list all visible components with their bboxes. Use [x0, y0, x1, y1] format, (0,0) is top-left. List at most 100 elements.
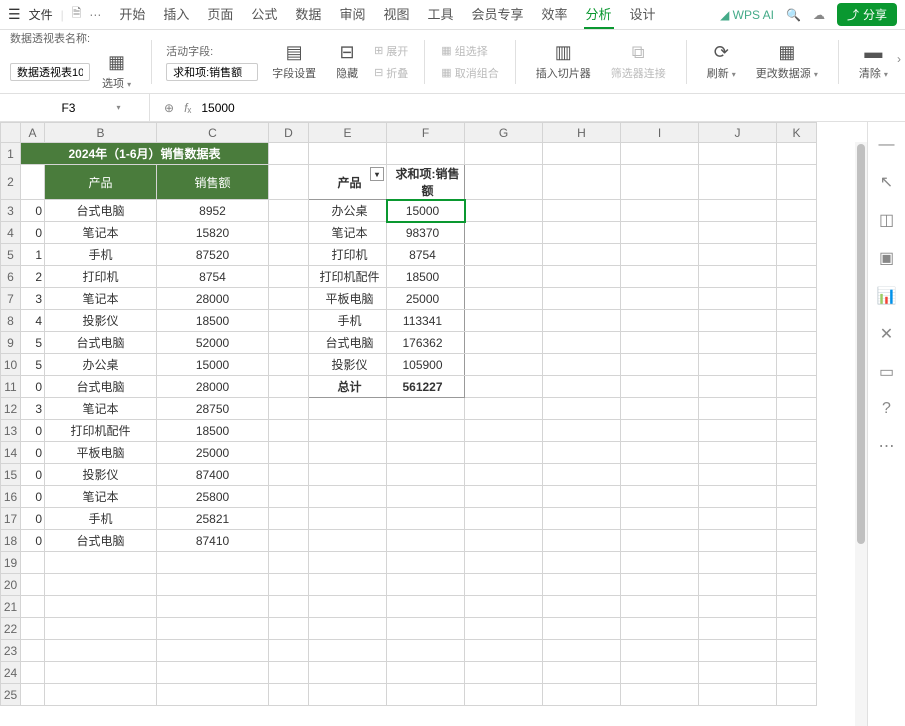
row-header-20[interactable]: 20	[1, 574, 21, 596]
cell-H20[interactable]	[543, 574, 621, 596]
cell-D9[interactable]	[269, 332, 309, 354]
cell-G7[interactable]	[465, 288, 543, 310]
wps-ai-button[interactable]: ◢ WPS AI	[720, 8, 774, 22]
cell-H17[interactable]	[543, 508, 621, 530]
cell-I8[interactable]	[621, 310, 699, 332]
cell-K12[interactable]	[777, 398, 817, 420]
cell-K25[interactable]	[777, 684, 817, 706]
file-menu[interactable]: 文件	[29, 6, 53, 23]
cell-H7[interactable]	[543, 288, 621, 310]
cell-J1[interactable]	[699, 143, 777, 165]
cell-I15[interactable]	[621, 464, 699, 486]
cell-H12[interactable]	[543, 398, 621, 420]
cell-K24[interactable]	[777, 662, 817, 684]
cell-C22[interactable]	[157, 618, 269, 640]
col-header-H[interactable]: H	[543, 123, 621, 143]
cell-C16[interactable]: 25800	[157, 486, 269, 508]
col-header-E[interactable]: E	[309, 123, 387, 143]
cell-C3[interactable]: 8952	[157, 200, 269, 222]
cell-H6[interactable]	[543, 266, 621, 288]
cell-A12[interactable]: 3	[21, 398, 45, 420]
cell-G1[interactable]	[465, 143, 543, 165]
row-header-15[interactable]: 15	[1, 464, 21, 486]
cell-G17[interactable]	[465, 508, 543, 530]
row-header-25[interactable]: 25	[1, 684, 21, 706]
cell-F19[interactable]	[387, 552, 465, 574]
cell-J16[interactable]	[699, 486, 777, 508]
cell-J23[interactable]	[699, 640, 777, 662]
col-header-A[interactable]: A	[21, 123, 45, 143]
cell-I7[interactable]	[621, 288, 699, 310]
cell-A6[interactable]: 2	[21, 266, 45, 288]
cell-D19[interactable]	[269, 552, 309, 574]
cell-D12[interactable]	[269, 398, 309, 420]
cell-H19[interactable]	[543, 552, 621, 574]
cell-H1[interactable]	[543, 143, 621, 165]
cell-B10[interactable]: 办公桌	[45, 354, 157, 376]
cell-H8[interactable]	[543, 310, 621, 332]
cell-E24[interactable]	[309, 662, 387, 684]
cell-I22[interactable]	[621, 618, 699, 640]
help-icon[interactable]: ?	[882, 400, 891, 418]
cell-H13[interactable]	[543, 420, 621, 442]
more-icon[interactable]: ⋯	[89, 8, 101, 22]
cell-F3[interactable]: 15000	[387, 200, 465, 222]
cell-H22[interactable]	[543, 618, 621, 640]
cell-G15[interactable]	[465, 464, 543, 486]
cell-D8[interactable]	[269, 310, 309, 332]
cell-J3[interactable]	[699, 200, 777, 222]
clear-button[interactable]: ▬清除 ▾	[853, 40, 894, 83]
cell-J5[interactable]	[699, 244, 777, 266]
cancel-icon[interactable]: ⊕	[164, 101, 174, 115]
cell-G14[interactable]	[465, 442, 543, 464]
cell-H25[interactable]	[543, 684, 621, 706]
cell-I21[interactable]	[621, 596, 699, 618]
cell-J4[interactable]	[699, 222, 777, 244]
cell-E3[interactable]: 办公桌	[309, 200, 387, 222]
cell-B20[interactable]	[45, 574, 157, 596]
cell-F5[interactable]: 8754	[387, 244, 465, 266]
cell-A22[interactable]	[21, 618, 45, 640]
cell-D6[interactable]	[269, 266, 309, 288]
cell-C18[interactable]: 87410	[157, 530, 269, 552]
cell-F8[interactable]: 113341	[387, 310, 465, 332]
cell-I12[interactable]	[621, 398, 699, 420]
cell-I19[interactable]	[621, 552, 699, 574]
toolbar-expand-icon[interactable]: ›	[897, 52, 901, 66]
cell-J14[interactable]	[699, 442, 777, 464]
tab-数据[interactable]: 数据	[293, 0, 323, 29]
cell-J21[interactable]	[699, 596, 777, 618]
search-icon[interactable]: 🔍	[786, 8, 801, 22]
cell-B12[interactable]: 笔记本	[45, 398, 157, 420]
cell-K1[interactable]	[777, 143, 817, 165]
cell-J20[interactable]	[699, 574, 777, 596]
tab-插入[interactable]: 插入	[161, 0, 191, 29]
cell-G21[interactable]	[465, 596, 543, 618]
cell-A16[interactable]: 0	[21, 486, 45, 508]
row-header-22[interactable]: 22	[1, 618, 21, 640]
cell-B19[interactable]	[45, 552, 157, 574]
cell-F16[interactable]	[387, 486, 465, 508]
cell-A4[interactable]: 0	[21, 222, 45, 244]
cell-H3[interactable]	[543, 200, 621, 222]
cell-I5[interactable]	[621, 244, 699, 266]
row-header-17[interactable]: 17	[1, 508, 21, 530]
tab-页面[interactable]: 页面	[205, 0, 235, 29]
menu-icon[interactable]: ☰	[8, 6, 21, 23]
cell-F25[interactable]	[387, 684, 465, 706]
cell-C4[interactable]: 15820	[157, 222, 269, 244]
cell-C2[interactable]: 销售额	[157, 165, 269, 200]
share-button[interactable]: ⤴ 分享	[837, 3, 897, 26]
cell-F21[interactable]	[387, 596, 465, 618]
cell-D16[interactable]	[269, 486, 309, 508]
name-box-input[interactable]	[28, 101, 108, 115]
cell-J17[interactable]	[699, 508, 777, 530]
cell-E9[interactable]: 台式电脑	[309, 332, 387, 354]
cell-J15[interactable]	[699, 464, 777, 486]
cell-I13[interactable]	[621, 420, 699, 442]
cell-G23[interactable]	[465, 640, 543, 662]
row-header-7[interactable]: 7	[1, 288, 21, 310]
cell-E25[interactable]	[309, 684, 387, 706]
col-header-B[interactable]: B	[45, 123, 157, 143]
cell-I10[interactable]	[621, 354, 699, 376]
